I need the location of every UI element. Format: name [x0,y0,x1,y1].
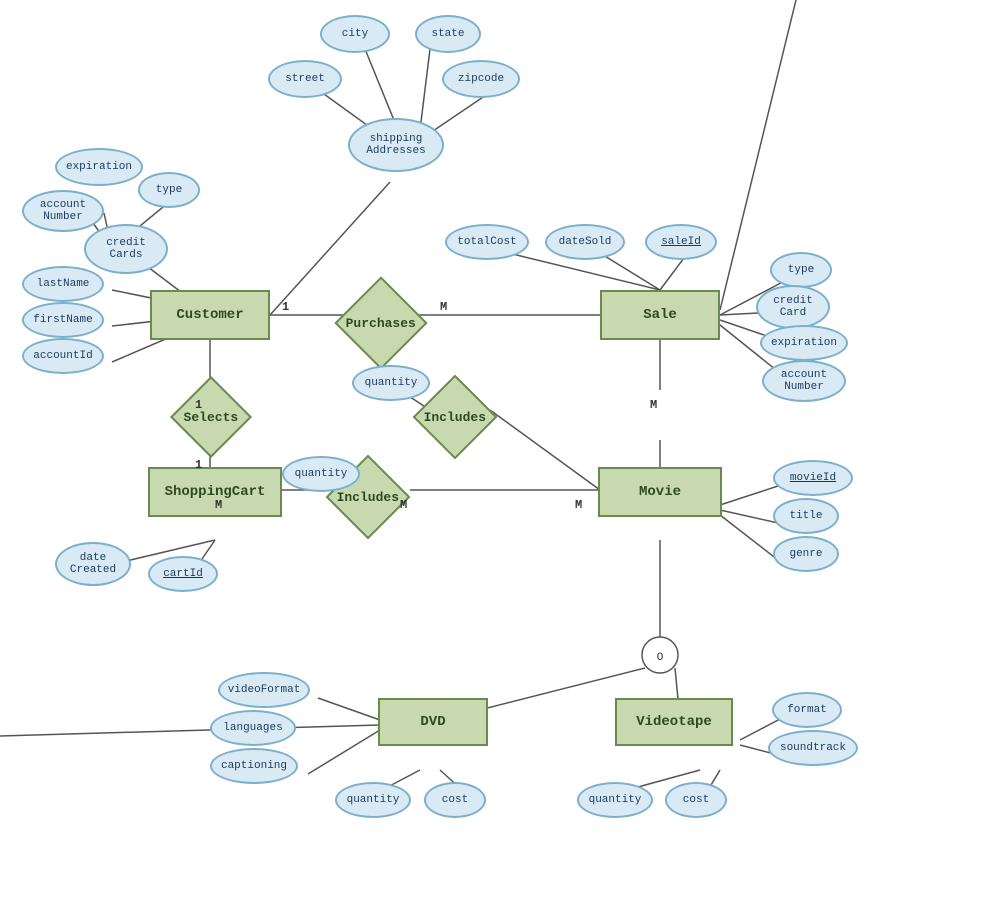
attribute-totalcost: totalCost [445,224,529,260]
entity-movie-label: Movie [639,484,681,500]
relationship-purchases: Purchases [334,276,427,369]
attribute-vt-cost: cost [665,782,727,818]
entity-sale: Sale [600,290,720,340]
attribute-genre: genre [773,536,839,572]
attribute-soundtrack: soundtrack [768,730,858,766]
attribute-languages: languages [210,710,296,746]
entity-videotape: Videotape [615,698,733,746]
relationship-includes2-label: Includes [337,490,399,505]
cardinality-selects-customer: 1 [195,398,202,412]
attribute-type-cc: type [138,172,200,208]
attribute-saleid: saleId [645,224,717,260]
attribute-expiration-cc: expiration [55,148,143,186]
attribute-videoformat: videoFormat [218,672,310,708]
attribute-lastname: lastName [22,266,104,302]
attribute-accountnumber-sale: account Number [762,360,846,402]
relationship-selects-label: Selects [184,410,239,425]
attribute-state: state [415,15,481,53]
attribute-creditcard-sale: credit Card [756,285,830,329]
attribute-format: format [772,692,842,728]
cardinality-customer-purchases: 1 [282,300,289,314]
entity-movie: Movie [598,467,722,517]
attribute-movieid: movieId [773,460,853,496]
connection-lines: O [0,0,987,900]
attribute-city: city [320,15,390,53]
attribute-datesold: dateSold [545,224,625,260]
attribute-firstname: firstName [22,302,104,338]
attribute-credit-cards: credit Cards [84,224,168,274]
attribute-street: street [268,60,342,98]
attribute-vt-quantity: quantity [577,782,653,818]
entity-sale-label: Sale [643,307,677,323]
entity-videotape-label: Videotape [636,714,712,730]
relationship-includes1-label: Includes [424,410,486,425]
attribute-dvd-quantity: quantity [335,782,411,818]
attribute-cartid: cartId [148,556,218,592]
attribute-type-sale: type [770,252,832,288]
attribute-captioning: captioning [210,748,298,784]
attribute-accountid: accountId [22,338,104,374]
attribute-shipping-addresses: shipping Addresses [348,118,444,172]
cardinality-includes2-sc: M [215,498,222,512]
attribute-dvd-cost: cost [424,782,486,818]
cardinality-sale-includes: M [650,398,657,412]
er-diagram: O Customer Sale ShoppingCart Movie DVD V… [0,0,987,900]
attribute-datecreated: date Created [55,542,131,586]
relationship-selects: Selects [170,376,252,458]
attribute-quantity-shoppingcart: quantity [282,456,360,492]
relationship-purchases-label: Purchases [346,316,416,331]
attribute-zipcode: zipcode [442,60,520,98]
entity-customer-label: Customer [176,307,243,323]
entity-dvd: DVD [378,698,488,746]
attribute-account-number-cc: account Number [22,190,104,232]
svg-text:O: O [657,652,664,664]
cardinality-includes-movie: M [575,498,582,512]
cardinality-purchases-sale: M [440,300,447,314]
entity-customer: Customer [150,290,270,340]
cardinality-selects-sc: 1 [195,458,202,472]
attribute-quantity-includes1: quantity [352,365,430,401]
attribute-title: title [773,498,839,534]
attribute-expiration-sale: expiration [760,325,848,361]
cardinality-includes2-movie: M [400,498,407,512]
entity-dvd-label: DVD [420,714,445,730]
